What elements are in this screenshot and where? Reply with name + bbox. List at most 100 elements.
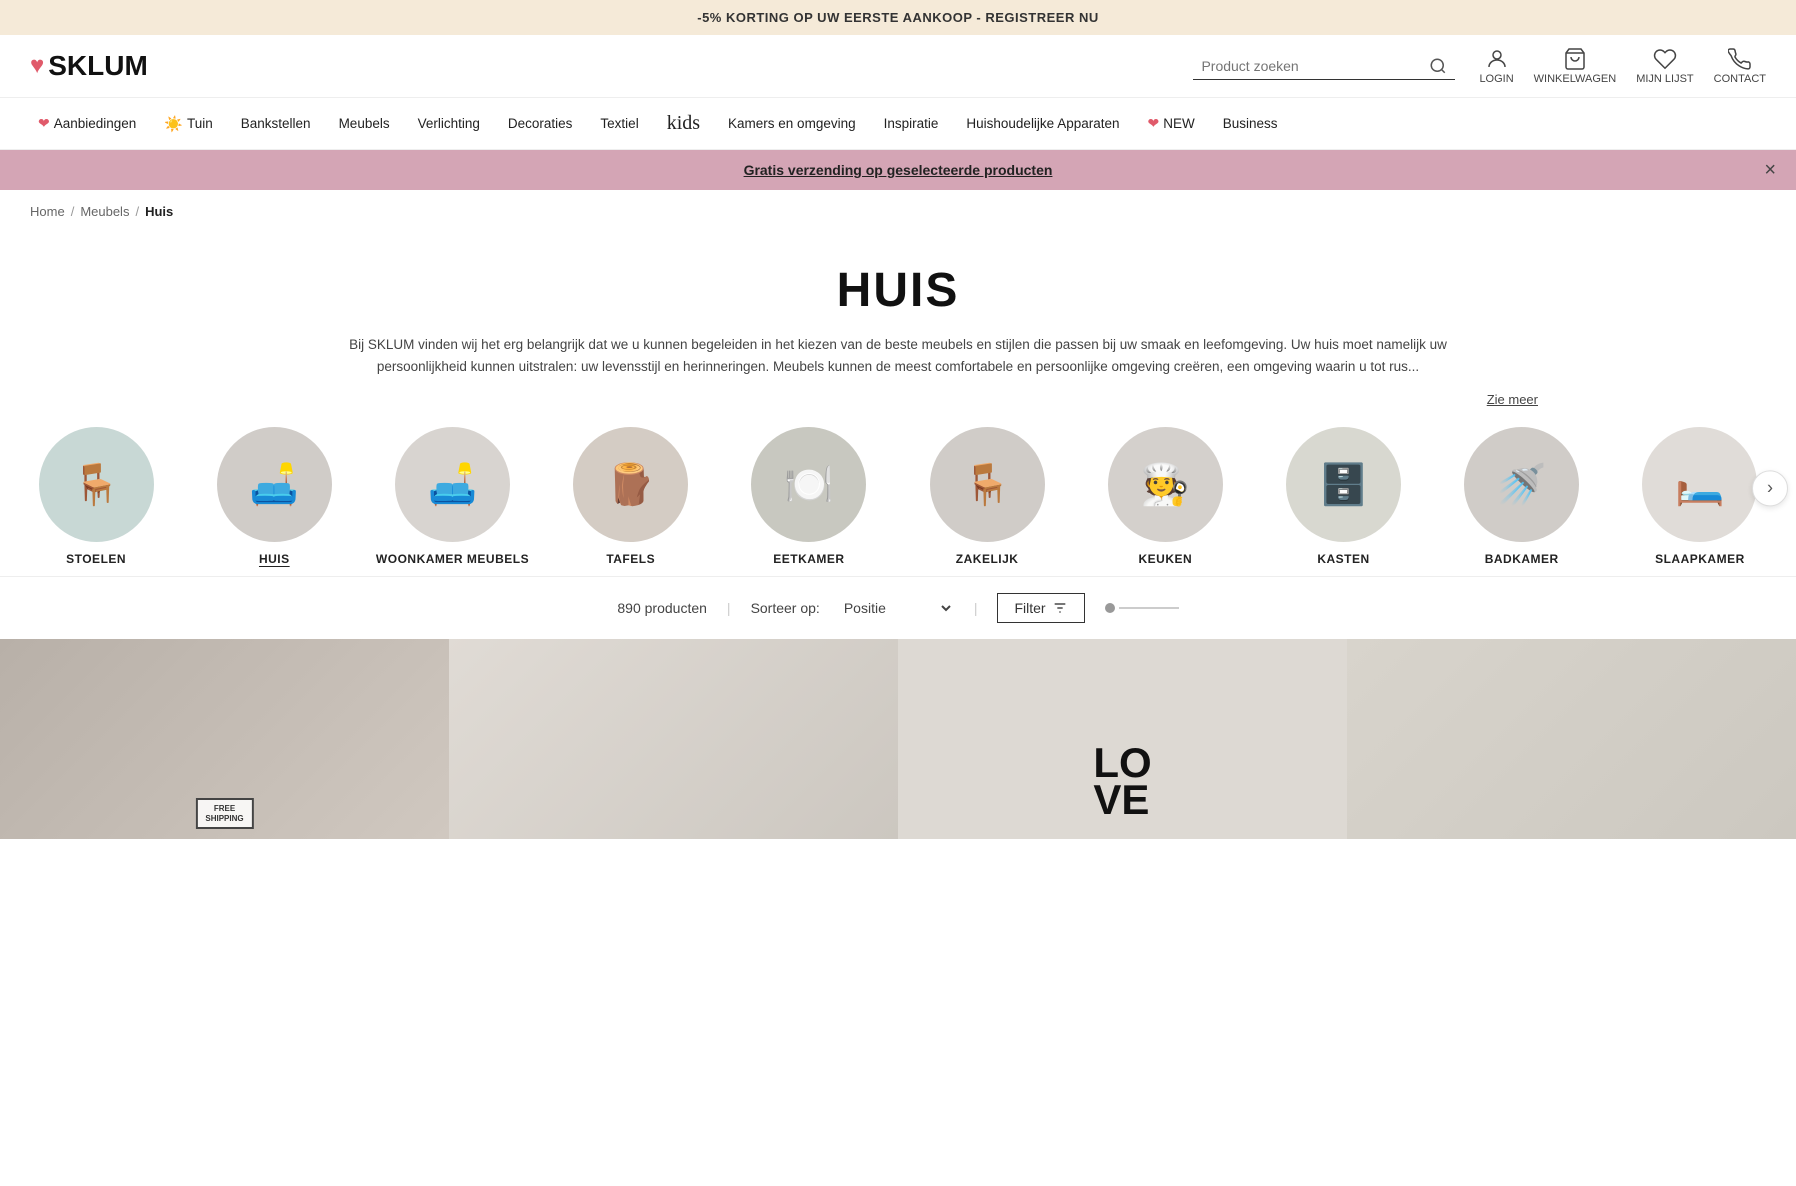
range-indicator — [1105, 603, 1179, 613]
nav-label-decoraties: Decoraties — [508, 116, 573, 131]
nav-item-kamers[interactable]: Kamers en omgeving — [714, 102, 870, 145]
top-banner-text: -5% KORTING OP UW EERSTE AANKOOP - REGIS… — [697, 10, 1099, 25]
page-title-section: HUIS — [0, 233, 1796, 334]
range-dot — [1105, 603, 1115, 613]
sort-select[interactable]: Positie Prijs laag-hoog Prijs hoog-laag … — [840, 599, 954, 617]
nav-label-huishoudelijk: Huishoudelijke Apparaten — [966, 116, 1119, 131]
category-label-eetkamer: EETKAMER — [773, 552, 844, 566]
range-line — [1119, 607, 1179, 609]
product-tile-3: LOVE — [898, 639, 1347, 839]
see-more-link[interactable]: Zie meer — [1487, 392, 1538, 407]
header-icons: LOGIN WINKELWAGEN MIJN LIJST CONTACT — [1479, 47, 1766, 85]
nav-label-textiel: Textiel — [600, 116, 638, 131]
nav-label-new: NEW — [1163, 116, 1195, 131]
category-label-tafels: TAFELS — [606, 552, 655, 566]
nav-item-inspiratie[interactable]: Inspiratie — [870, 102, 953, 145]
nav-item-bankstellen[interactable]: Bankstellen — [227, 102, 325, 145]
nav-item-huishoudelijk[interactable]: Huishoudelijke Apparaten — [952, 102, 1133, 145]
sort-bar: 890 producten | Sorteer op: Positie Prij… — [0, 576, 1796, 639]
nav-item-business[interactable]: Business — [1209, 102, 1292, 145]
nav-item-aanbiedingen[interactable]: ❤ Aanbiedingen — [24, 101, 150, 146]
category-label-stoelen: STOELEN — [66, 552, 126, 566]
category-circle-kasten: 🗄️ — [1286, 427, 1401, 542]
product-tile-4 — [1347, 639, 1796, 839]
login-label: LOGIN — [1479, 73, 1513, 85]
nav-label-business: Business — [1223, 116, 1278, 131]
free-shipping-badge: FREESHIPPING — [195, 798, 253, 829]
category-circle-keuken: 🧑‍🍳 — [1108, 427, 1223, 542]
winkelwagen-button[interactable]: WINKELWAGEN — [1534, 47, 1617, 85]
header-right: LOGIN WINKELWAGEN MIJN LIJST CONTACT — [1193, 47, 1766, 85]
logo-heart-icon: ♥ — [30, 52, 44, 80]
nav-label-aanbiedingen: Aanbiedingen — [54, 116, 137, 131]
category-item-zakelijk[interactable]: 🪑 ZAKELIJK — [901, 427, 1073, 566]
product-count: 890 producten — [617, 600, 707, 616]
breadcrumb-home[interactable]: Home — [30, 204, 65, 219]
heart-icon: ❤ — [38, 115, 50, 132]
main-nav: ❤ Aanbiedingen ☀️ Tuin Bankstellen Meube… — [0, 98, 1796, 150]
mijn-lijst-button[interactable]: MIJN LIJST — [1636, 47, 1693, 85]
search-bar[interactable] — [1193, 53, 1455, 80]
product-tile-2 — [449, 639, 898, 839]
breadcrumb-sep-2: / — [135, 204, 139, 219]
category-label-woonkamer-meubels: WOONKAMER MEUBELS — [376, 552, 529, 566]
search-input[interactable] — [1201, 58, 1421, 74]
header: ♥ SKLUM LOGIN WINKELWAGEN — [0, 35, 1796, 98]
product-tile-2-content — [449, 639, 898, 839]
page-description: Bij SKLUM vinden wij het erg belangrijk … — [298, 334, 1498, 387]
product-tile-3-text: LOVE — [1093, 744, 1151, 820]
category-item-badkamer[interactable]: 🚿BADKAMER — [1436, 427, 1608, 566]
category-circle-stoelen: 🪑 — [39, 427, 154, 542]
category-label-slaapkamer: SLAAPKAMER — [1655, 552, 1745, 566]
category-circle-tafels: 🪵 — [573, 427, 688, 542]
breadcrumb-meubels[interactable]: Meubels — [80, 204, 129, 219]
search-icon — [1429, 57, 1447, 75]
contact-button[interactable]: CONTACT — [1714, 47, 1766, 85]
category-next-arrow[interactable]: › — [1752, 470, 1788, 506]
sort-select-wrapper[interactable]: Positie Prijs laag-hoog Prijs hoog-laag … — [840, 599, 954, 617]
category-item-stoelen[interactable]: 🪑 STOELEN — [10, 427, 182, 566]
product-tile-4-content — [1347, 639, 1796, 839]
category-item-keuken[interactable]: 🧑‍🍳KEUKEN — [1079, 427, 1251, 566]
category-label-huis: HUIS — [259, 552, 290, 566]
category-circle-zakelijk: 🪑 — [930, 427, 1045, 542]
nav-label-meubels: Meubels — [339, 116, 390, 131]
nav-item-decoraties[interactable]: Decoraties — [494, 102, 587, 145]
product-strip: FREESHIPPING LOVE — [0, 639, 1796, 839]
nav-label-inspiratie: Inspiratie — [884, 116, 939, 131]
nav-item-kids[interactable]: kids — [653, 98, 714, 149]
login-button[interactable]: LOGIN — [1479, 47, 1513, 85]
category-circle-slaapkamer: 🛏️ — [1642, 427, 1757, 542]
category-item-kasten[interactable]: 🗄️KASTEN — [1257, 427, 1429, 566]
filter-button[interactable]: Filter — [997, 593, 1084, 623]
category-circle-woonkamer-meubels: 🛋️ — [395, 427, 510, 542]
categories-row: 🪑 STOELEN 🛋️ HUIS 🛋️ WOONKAMER MEUBELS 🪵 TAFELS… — [0, 407, 1796, 576]
nav-label-kids: kids — [667, 112, 700, 135]
nav-label-kamers: Kamers en omgeving — [728, 116, 856, 131]
nav-item-textiel[interactable]: Textiel — [586, 102, 652, 145]
category-circle-eetkamer: 🍽️ — [751, 427, 866, 542]
nav-item-new[interactable]: ❤ NEW — [1134, 101, 1209, 146]
category-circle-huis: 🛋️ — [217, 427, 332, 542]
mijn-lijst-label: MIJN LIJST — [1636, 73, 1693, 85]
see-more-container: Zie meer — [228, 387, 1568, 407]
nav-item-verlichting[interactable]: Verlichting — [404, 102, 494, 145]
nav-item-tuin[interactable]: ☀️ Tuin — [150, 101, 226, 147]
filter-label: Filter — [1014, 600, 1045, 616]
filter-separator: | — [974, 600, 978, 616]
filter-icon — [1052, 600, 1068, 616]
category-item-eetkamer[interactable]: 🍽️ EETKAMER — [723, 427, 895, 566]
category-item-woonkamer-meubels[interactable]: 🛋️ WOONKAMER MEUBELS — [366, 427, 538, 566]
breadcrumb-sep-1: / — [71, 204, 75, 219]
category-item-huis[interactable]: 🛋️ HUIS — [188, 427, 360, 566]
logo-text: SKLUM — [48, 50, 148, 82]
category-label-zakelijk: ZAKELIJK — [956, 552, 1019, 566]
nav-label-tuin: Tuin — [187, 116, 213, 131]
promo-link[interactable]: Gratis verzending op geselecteerde produ… — [744, 162, 1053, 178]
top-banner: -5% KORTING OP UW EERSTE AANKOOP - REGIS… — [0, 0, 1796, 35]
sort-separator: | — [727, 600, 731, 616]
nav-item-meubels[interactable]: Meubels — [325, 102, 404, 145]
category-item-tafels[interactable]: 🪵 TAFELS — [545, 427, 717, 566]
logo[interactable]: ♥ SKLUM — [30, 50, 148, 82]
promo-close-button[interactable]: × — [1764, 159, 1776, 182]
